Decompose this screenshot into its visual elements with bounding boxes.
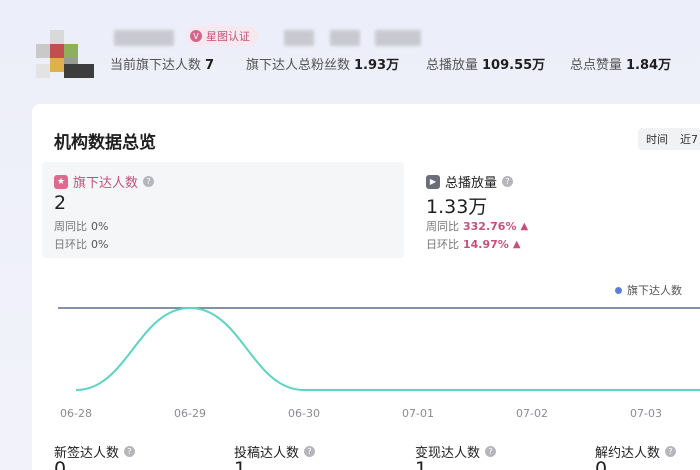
agency-avatar bbox=[36, 30, 96, 80]
verify-icon: V bbox=[190, 30, 202, 42]
metric-creators[interactable]: ★ 旗下达人数 ? 2 周同比 0% 日环比 0% bbox=[42, 162, 404, 258]
x-tick-label: 06-29 bbox=[174, 407, 206, 420]
metric-value: 1.33万 bbox=[426, 196, 488, 218]
profile-header: V 星图认证 当前旗下达人数 7 旗下达人总粉丝数 1.93万 总播放量 109.55… bbox=[0, 0, 700, 100]
legend-dot bbox=[615, 286, 622, 294]
metric-posting[interactable]: 投稿达人数 ? bbox=[234, 442, 316, 461]
series-line-creators bbox=[75, 306, 700, 391]
x-tick-label: 07-03 bbox=[630, 407, 662, 420]
metric-plays[interactable]: ▶ 总播放量 ? 1.33万 周同比 332.76% ▲ 日环比 14.97% … bbox=[414, 162, 700, 258]
metric-terminated[interactable]: 解约达人数 ? bbox=[595, 442, 677, 461]
stat-current-creators: 当前旗下达人数 7 bbox=[110, 58, 215, 73]
verify-badge: V 星图认证 bbox=[186, 26, 258, 46]
blurred-info-3 bbox=[375, 30, 421, 46]
metric-monetized[interactable]: 变现达人数 ? bbox=[415, 442, 497, 461]
help-icon[interactable]: ? bbox=[485, 446, 497, 457]
x-tick-label: 06-30 bbox=[288, 407, 320, 420]
star-icon: ★ bbox=[54, 174, 68, 189]
arrow-up-icon: ▲ bbox=[520, 220, 529, 232]
help-icon[interactable]: ? bbox=[124, 446, 136, 457]
arrow-up-icon: ▲ bbox=[512, 238, 521, 250]
tab-last-7[interactable]: 近7 bbox=[680, 131, 698, 147]
card-title: 机构数据总览 bbox=[54, 133, 156, 153]
tab-time[interactable]: 时间 bbox=[646, 131, 668, 147]
metric-value: 2 bbox=[54, 192, 67, 214]
play-icon: ▶ bbox=[426, 174, 440, 189]
metric-new-signed[interactable]: 新签达人数 ? bbox=[54, 442, 136, 461]
blurred-info-1 bbox=[284, 30, 314, 46]
stat-total-likes: 总点赞量 1.84万 bbox=[570, 58, 672, 73]
x-tick-label: 07-02 bbox=[516, 407, 548, 420]
stat-total-fans: 旗下达人总粉丝数 1.93万 bbox=[246, 58, 400, 73]
time-range-tabs[interactable]: 时间 近7 bbox=[638, 128, 700, 150]
help-icon[interactable]: ? bbox=[304, 446, 316, 457]
stat-total-plays: 总播放量 109.55万 bbox=[426, 58, 546, 73]
help-icon[interactable]: ? bbox=[143, 176, 155, 187]
blurred-name bbox=[114, 30, 174, 46]
x-tick-label: 06-28 bbox=[60, 407, 92, 420]
x-tick-label: 07-01 bbox=[402, 407, 434, 420]
blurred-info-2 bbox=[330, 30, 360, 46]
line-chart: 06-28 06-29 06-30 07-01 07-02 07-03 bbox=[58, 306, 700, 420]
help-icon[interactable]: ? bbox=[502, 176, 514, 187]
help-icon[interactable]: ? bbox=[665, 446, 677, 457]
agency-overview-card: 机构数据总览 时间 近7 ★ 旗下达人数 ? 2 周同比 0% 日环比 0% ▶… bbox=[32, 104, 700, 470]
